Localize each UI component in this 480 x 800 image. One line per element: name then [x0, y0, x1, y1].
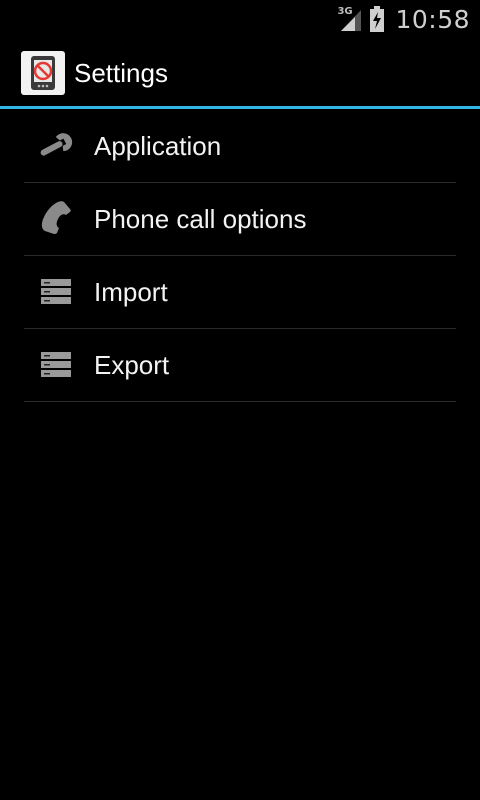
settings-item-application[interactable]: Application: [24, 110, 456, 183]
status-bar: 3G 10:58: [0, 0, 480, 38]
settings-item-phone-call-options[interactable]: Phone call options: [24, 183, 456, 256]
settings-item-label: Application: [94, 130, 222, 161]
settings-item-label: Export: [94, 349, 170, 380]
settings-list: Application Phone call options Import Ex…: [24, 110, 456, 402]
settings-item-label: Import: [94, 276, 168, 307]
clock: 10:58: [395, 4, 470, 34]
battery-charging-icon: [369, 6, 385, 32]
phone-handset-icon: [36, 199, 76, 239]
action-bar: Settings: [0, 38, 480, 108]
no-phone-app-icon[interactable]: [21, 51, 65, 95]
storage-list-icon: [36, 272, 76, 312]
storage-list-icon: [36, 345, 76, 385]
settings-item-label: Phone call options: [94, 203, 307, 234]
action-bar-divider: [0, 106, 480, 109]
status-indicators: 3G 10:58: [337, 4, 470, 34]
settings-item-import[interactable]: Import: [24, 256, 456, 329]
wrench-icon: [36, 126, 76, 166]
signal-icon: 3G: [337, 6, 363, 32]
page-title: Settings: [74, 57, 168, 88]
settings-item-export[interactable]: Export: [24, 329, 456, 402]
